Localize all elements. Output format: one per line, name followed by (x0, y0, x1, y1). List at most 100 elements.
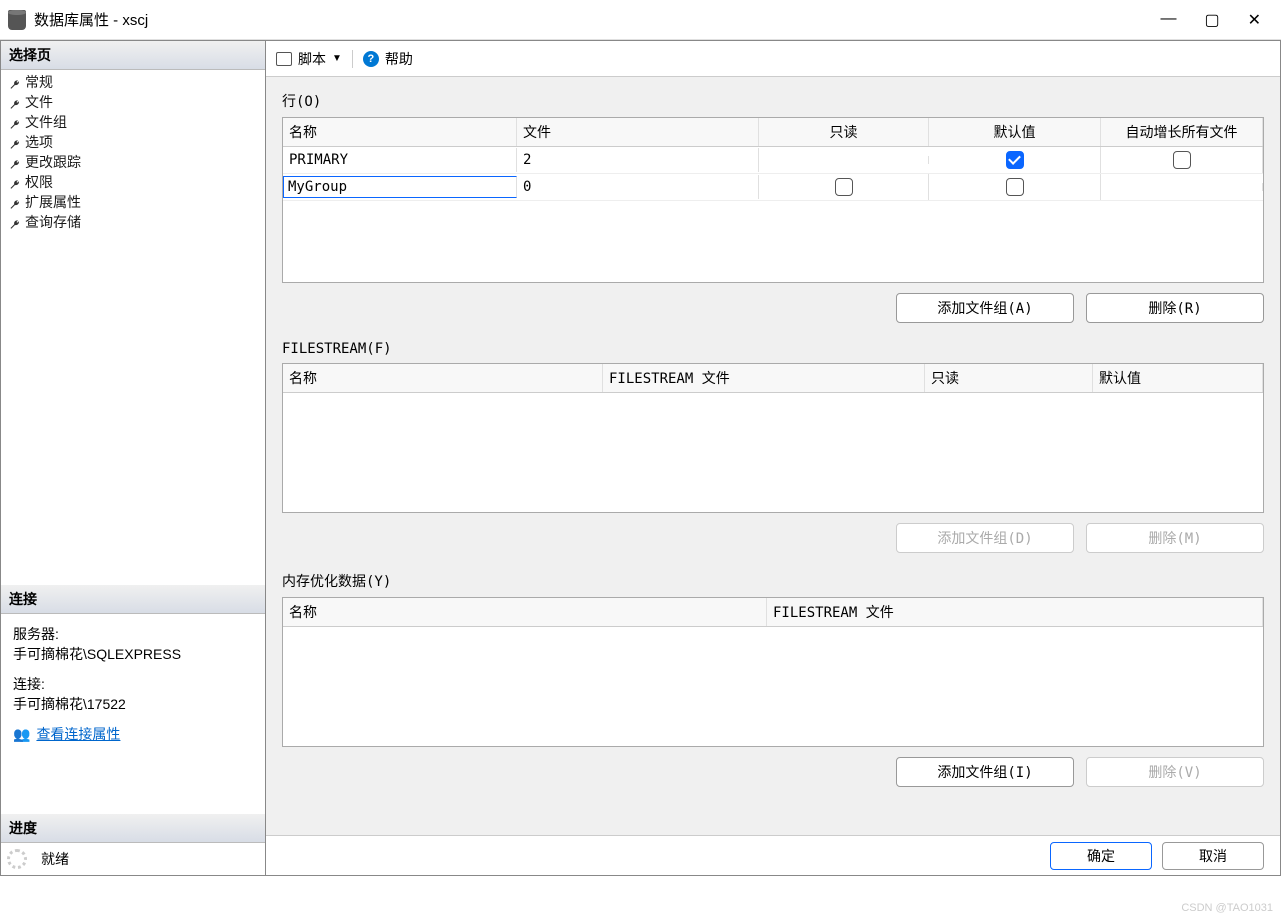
page-list: 常规 文件 文件组 选项 更改跟踪 权限 扩展属性 查询存储 (1, 70, 265, 234)
script-dropdown-icon[interactable]: ▼ (332, 53, 342, 64)
help-icon: ? (363, 51, 379, 67)
connection-header: 连接 (1, 585, 265, 614)
sidebar-item-label: 查询存储 (25, 212, 81, 232)
sidebar-item-filegroups[interactable]: 文件组 (1, 112, 265, 132)
sidebar-item-label: 常规 (25, 72, 53, 92)
sidebar-item-label: 文件组 (25, 112, 67, 132)
table-row[interactable]: MyGroup 0 (283, 174, 1263, 201)
sidebar-item-label: 更改跟踪 (25, 152, 81, 172)
window-title: 数据库属性 - xscj (34, 9, 148, 30)
main-area: 选择页 常规 文件 文件组 选项 更改跟踪 权限 扩展属性 查询存储 连接 服务… (0, 40, 1281, 876)
conn-value: 手可摘棉花\17522 (13, 694, 253, 714)
col-name[interactable]: 名称 (283, 118, 517, 146)
maximize-button[interactable]: ▢ (1204, 10, 1219, 30)
col-name[interactable]: 名称 (283, 364, 603, 392)
title-bar: 数据库属性 - xscj — ▢ ✕ (0, 0, 1281, 40)
cell-name[interactable]: PRIMARY (283, 148, 517, 172)
col-readonly[interactable]: 只读 (759, 118, 929, 146)
rows-buttons: 添加文件组(A) 删除(R) (282, 293, 1264, 323)
watermark: CSDN @TAO1031 (1181, 902, 1273, 914)
checkbox-checked-icon[interactable] (1006, 151, 1024, 169)
wrench-icon (9, 216, 21, 228)
table-row[interactable]: PRIMARY 2 (283, 147, 1263, 174)
progress-status: 就绪 (1, 843, 265, 875)
sidebar-item-label: 扩展属性 (25, 192, 81, 212)
sidebar-item-files[interactable]: 文件 (1, 92, 265, 112)
wrench-icon (9, 136, 21, 148)
memopt-grid-header: 名称 FILESTREAM 文件 (283, 598, 1263, 627)
col-file[interactable]: 文件 (517, 118, 759, 146)
window-controls: — ▢ ✕ (1160, 10, 1273, 30)
rows-section-label: 行(O) (282, 91, 1264, 111)
progress-header: 进度 (1, 814, 265, 843)
sidebar-item-options[interactable]: 选项 (1, 132, 265, 152)
delete-button: 删除(V) (1086, 757, 1264, 787)
add-filegroup-button[interactable]: 添加文件组(I) (896, 757, 1074, 787)
content-toolbar: 脚本 ▼ ? 帮助 (266, 41, 1280, 77)
rows-grid-header: 名称 文件 只读 默认值 自动增长所有文件 (283, 118, 1263, 147)
rows-grid: 名称 文件 只读 默认值 自动增长所有文件 PRIMARY 2 MyGroup … (282, 117, 1264, 283)
sidebar-item-label: 权限 (25, 172, 53, 192)
wrench-icon (9, 116, 21, 128)
delete-button[interactable]: 删除(R) (1086, 293, 1264, 323)
sidebar-item-extprops[interactable]: 扩展属性 (1, 192, 265, 212)
wrench-icon (9, 156, 21, 168)
add-filegroup-button: 添加文件组(D) (896, 523, 1074, 553)
cell-name-editing[interactable]: MyGroup (283, 176, 517, 198)
script-button[interactable]: 脚本 (298, 49, 326, 69)
spinner-icon (7, 849, 27, 869)
cancel-button[interactable]: 取消 (1162, 842, 1264, 870)
wrench-icon (9, 76, 21, 88)
col-default[interactable]: 默认值 (929, 118, 1101, 146)
select-page-header: 选择页 (1, 41, 265, 70)
checkbox-icon[interactable] (1006, 178, 1024, 196)
content-panel: 脚本 ▼ ? 帮助 行(O) 名称 文件 只读 默认值 自动增长所有文件 PRI… (266, 41, 1280, 875)
filestream-grid: 名称 FILESTREAM 文件 只读 默认值 (282, 363, 1264, 513)
ready-label: 就绪 (41, 849, 69, 869)
cell-file: 0 (517, 175, 759, 199)
filegroups-page: 行(O) 名称 文件 只读 默认值 自动增长所有文件 PRIMARY 2 (266, 77, 1280, 835)
help-button[interactable]: 帮助 (385, 49, 413, 69)
memopt-buttons: 添加文件组(I) 删除(V) (282, 757, 1264, 787)
people-icon: 👥 (13, 726, 30, 743)
dialog-footer: 确定 取消 (266, 835, 1280, 875)
sidebar-item-label: 文件 (25, 92, 53, 112)
wrench-icon (9, 176, 21, 188)
col-readonly[interactable]: 只读 (925, 364, 1093, 392)
memopt-grid: 名称 FILESTREAM 文件 (282, 597, 1264, 747)
sidebar-item-general[interactable]: 常规 (1, 72, 265, 92)
server-value: 手可摘棉花\SQLEXPRESS (13, 644, 253, 664)
filestream-section-label: FILESTREAM(F) (282, 341, 1264, 357)
script-icon (276, 52, 292, 66)
view-connection-link[interactable]: 查看连接属性 (36, 724, 120, 744)
sidebar-item-querystore[interactable]: 查询存储 (1, 212, 265, 232)
cell-autogrow[interactable] (1101, 147, 1263, 173)
col-autogrow[interactable]: 自动增长所有文件 (1101, 118, 1263, 146)
add-filegroup-button[interactable]: 添加文件组(A) (896, 293, 1074, 323)
col-default[interactable]: 默认值 (1093, 364, 1263, 392)
sidebar-item-changetracking[interactable]: 更改跟踪 (1, 152, 265, 172)
filestream-grid-header: 名称 FILESTREAM 文件 只读 默认值 (283, 364, 1263, 393)
col-fsfile[interactable]: FILESTREAM 文件 (603, 364, 925, 392)
separator (352, 50, 353, 68)
minimize-button[interactable]: — (1160, 10, 1176, 30)
cell-default[interactable] (929, 147, 1101, 173)
cell-readonly (759, 156, 929, 164)
sidebar-item-permissions[interactable]: 权限 (1, 172, 265, 192)
col-fsfile[interactable]: FILESTREAM 文件 (767, 598, 1263, 626)
cell-readonly[interactable] (759, 174, 929, 200)
close-button[interactable]: ✕ (1248, 10, 1261, 30)
delete-button: 删除(M) (1086, 523, 1264, 553)
cell-autogrow (1101, 183, 1263, 191)
checkbox-icon[interactable] (1173, 151, 1191, 169)
connection-info: 服务器: 手可摘棉花\SQLEXPRESS 连接: 手可摘棉花\17522 👥 … (1, 614, 265, 754)
sidebar: 选择页 常规 文件 文件组 选项 更改跟踪 权限 扩展属性 查询存储 连接 服务… (1, 41, 266, 875)
conn-label: 连接: (13, 674, 253, 694)
col-name[interactable]: 名称 (283, 598, 767, 626)
checkbox-icon[interactable] (835, 178, 853, 196)
wrench-icon (9, 196, 21, 208)
filestream-buttons: 添加文件组(D) 删除(M) (282, 523, 1264, 553)
ok-button[interactable]: 确定 (1050, 842, 1152, 870)
cell-default[interactable] (929, 174, 1101, 200)
server-label: 服务器: (13, 624, 253, 644)
